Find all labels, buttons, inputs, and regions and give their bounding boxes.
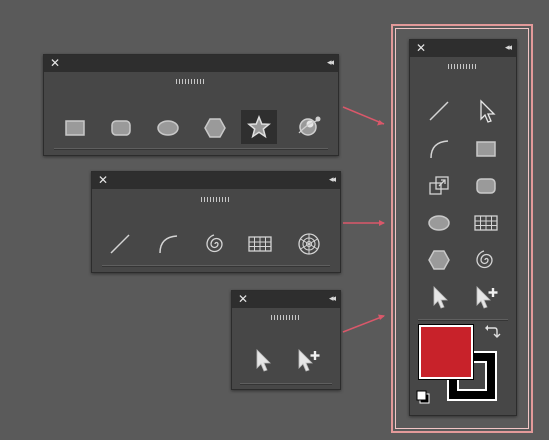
spiral-tool-icon[interactable]	[468, 243, 504, 277]
selection-tools-panel: ✕ ◂◂	[231, 290, 341, 390]
polygon-tool-icon[interactable]	[421, 243, 457, 277]
rectangular-grid-tool-icon[interactable]	[242, 227, 278, 261]
add-selection-tool-icon[interactable]	[468, 280, 504, 314]
line-segment-tool-icon[interactable]	[421, 94, 457, 128]
selection-tool-icon[interactable]	[244, 343, 280, 377]
collapse-icon[interactable]: ◂◂	[329, 291, 336, 308]
add-selection-tool-icon[interactable]	[290, 343, 326, 377]
combined-tools-panel: ✕ ◂◂	[409, 39, 517, 416]
line-segment-tool-icon[interactable]	[102, 227, 138, 261]
pointer-arrow	[342, 106, 385, 126]
close-icon[interactable]: ✕	[416, 40, 426, 57]
ellipse-tool-icon[interactable]	[150, 111, 186, 145]
close-icon[interactable]: ✕	[50, 55, 60, 72]
panel-titlebar[interactable]: ✕ ◂◂	[92, 172, 340, 189]
selection-tool-icon[interactable]	[421, 280, 457, 314]
panel-grip[interactable]	[201, 197, 231, 202]
rectangle-tool-icon[interactable]	[468, 132, 504, 166]
arc-tool-icon[interactable]	[150, 227, 186, 261]
spiral-tool-icon[interactable]	[198, 227, 234, 261]
scale-tool-icon[interactable]	[421, 169, 457, 203]
collapse-icon[interactable]: ◂◂	[329, 172, 336, 189]
line-tools-panel: ✕ ◂◂	[91, 171, 341, 273]
star-tool-icon[interactable]	[241, 110, 277, 144]
flare-tool-icon[interactable]	[291, 109, 327, 143]
rounded-rectangle-tool-icon[interactable]	[468, 169, 504, 203]
rounded-rectangle-tool-icon[interactable]	[103, 111, 139, 145]
panel-grip[interactable]	[271, 315, 301, 320]
panel-grip[interactable]	[448, 64, 478, 69]
shape-tools-panel: ✕ ◂◂	[43, 54, 339, 156]
swap-fill-stroke-icon[interactable]	[479, 320, 505, 342]
arc-tool-icon[interactable]	[421, 132, 457, 166]
panel-titlebar[interactable]: ✕ ◂◂	[232, 291, 340, 308]
pointer-arrow	[343, 220, 385, 226]
rectangle-tool-icon[interactable]	[57, 111, 93, 145]
polar-grid-tool-icon[interactable]	[291, 227, 327, 261]
panel-titlebar[interactable]: ✕ ◂◂	[44, 55, 338, 72]
panel-divider	[240, 383, 332, 385]
collapse-icon[interactable]: ◂◂	[327, 55, 334, 72]
panel-titlebar[interactable]: ✕ ◂◂	[410, 40, 516, 57]
default-fill-stroke-icon[interactable]	[412, 386, 434, 408]
close-icon[interactable]: ✕	[98, 172, 108, 189]
panel-divider	[54, 148, 328, 150]
pointer-arrow	[342, 314, 385, 333]
collapse-icon[interactable]: ◂◂	[505, 40, 512, 57]
direct-selection-tool-icon[interactable]	[468, 94, 504, 128]
ellipse-tool-icon[interactable]	[421, 206, 457, 240]
rectangular-grid-tool-icon[interactable]	[468, 206, 504, 240]
panel-grip[interactable]	[176, 79, 206, 84]
fill-color-swatch[interactable]	[419, 325, 473, 379]
panel-divider	[102, 265, 330, 267]
polygon-tool-icon[interactable]	[197, 111, 233, 145]
close-icon[interactable]: ✕	[238, 291, 248, 308]
